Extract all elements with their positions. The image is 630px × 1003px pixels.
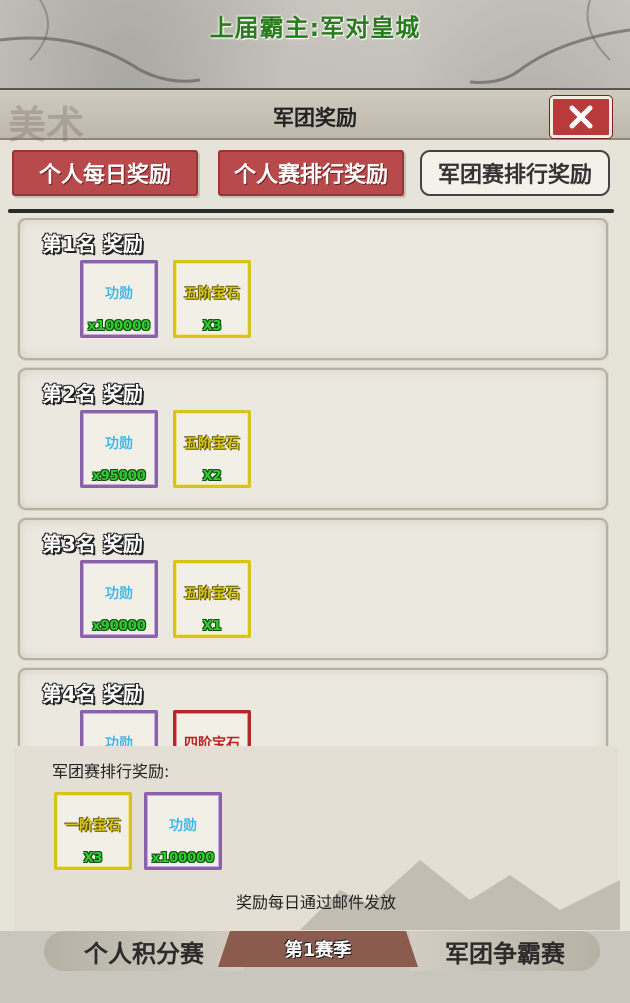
- item-quantity: x95000: [92, 469, 146, 484]
- item-quantity: X1: [202, 619, 222, 634]
- panel-title: 军团奖励: [273, 106, 357, 130]
- tab-personal-daily[interactable]: 个人每日奖励: [12, 150, 198, 196]
- rank-title: 第4名 奖励: [42, 682, 143, 706]
- reward-item-merit[interactable]: 功勋 x95000: [80, 410, 158, 488]
- item-quantity: X3: [83, 851, 103, 866]
- reward-tabs: 个人每日奖励 个人赛排行奖励 军团赛排行奖励: [12, 150, 618, 200]
- item-quantity: x100000: [87, 319, 151, 334]
- bottom-mode-bar: 个人积分赛 军团争霸赛 第1赛季: [0, 931, 630, 1003]
- item-name: 功勋: [105, 436, 133, 452]
- reward-item-gem[interactable]: 一阶宝石 X3: [54, 792, 132, 870]
- item-quantity: x90000: [92, 619, 146, 634]
- current-reward-label: 军团赛排行奖励:: [52, 762, 170, 781]
- ink-mountain-decoration: [300, 860, 620, 930]
- close-button[interactable]: [550, 96, 612, 138]
- reward-item-gem[interactable]: 五阶宝石 X2: [173, 410, 251, 488]
- rank-reward-list[interactable]: 第1名 奖励 功勋 x100000 五阶宝石 X3 第2名 奖励 功勋 x950…: [14, 218, 614, 746]
- season-label: 第1赛季: [218, 931, 418, 967]
- rank-card-2: 第2名 奖励 功勋 x95000 五阶宝石 X2: [18, 368, 608, 510]
- item-name: 五阶宝石: [184, 436, 240, 452]
- item-name: 一阶宝石: [65, 818, 121, 834]
- reward-item-merit[interactable]: 功勋 x90000: [80, 560, 158, 638]
- legion-reward-panel: 美术 军团奖励 个人每日奖励 个人赛排行奖励 军团赛排行奖励 第1名 奖励 功勋…: [0, 88, 630, 933]
- item-name: 五阶宝石: [184, 586, 240, 602]
- item-name: 功勋: [105, 736, 133, 746]
- item-name: 功勋: [105, 286, 133, 302]
- item-quantity: X3: [202, 319, 222, 334]
- reward-item-merit[interactable]: 功勋: [80, 710, 158, 746]
- rank-card-3: 第3名 奖励 功勋 x90000 五阶宝石 X1: [18, 518, 608, 660]
- tab-divider: [8, 209, 614, 213]
- reward-item-merit[interactable]: 功勋 x100000: [144, 792, 222, 870]
- rank-card-4: 第4名 奖励 功勋 四阶宝石: [18, 668, 608, 746]
- current-reward-section: 军团赛排行奖励: 一阶宝石 X3 功勋 x100000 奖励每日通过邮件发放: [14, 746, 620, 933]
- item-name: 功勋: [105, 586, 133, 602]
- legion-war-button[interactable]: 军团争霸赛: [410, 931, 600, 971]
- tab-legion-ranking[interactable]: 军团赛排行奖励: [420, 150, 610, 196]
- rank-title: 第3名 奖励: [42, 532, 143, 556]
- item-name: 四阶宝石: [184, 736, 240, 746]
- item-name: 五阶宝石: [184, 286, 240, 302]
- reward-item-gem[interactable]: 五阶宝石 X3: [173, 260, 251, 338]
- rank-title: 第1名 奖励: [42, 232, 143, 256]
- panel-header: 美术 军团奖励: [0, 90, 630, 147]
- personal-score-match-button[interactable]: 个人积分赛: [44, 931, 244, 971]
- item-name: 功勋: [169, 818, 197, 834]
- close-icon: [569, 105, 593, 129]
- item-quantity: x100000: [151, 851, 215, 866]
- previous-champion-title: 上届霸主:军对皇城: [209, 14, 421, 42]
- reward-item-gem[interactable]: 五阶宝石 X1: [173, 560, 251, 638]
- rank-title: 第2名 奖励: [42, 382, 143, 406]
- mail-delivery-note: 奖励每日通过邮件发放: [235, 893, 396, 912]
- item-quantity: X2: [202, 469, 222, 484]
- reward-item-merit[interactable]: 功勋 x100000: [80, 260, 158, 338]
- reward-item-gem[interactable]: 四阶宝石: [173, 710, 251, 746]
- rank-card-1: 第1名 奖励 功勋 x100000 五阶宝石 X3: [18, 218, 608, 360]
- tab-personal-ranking[interactable]: 个人赛排行奖励: [218, 150, 404, 196]
